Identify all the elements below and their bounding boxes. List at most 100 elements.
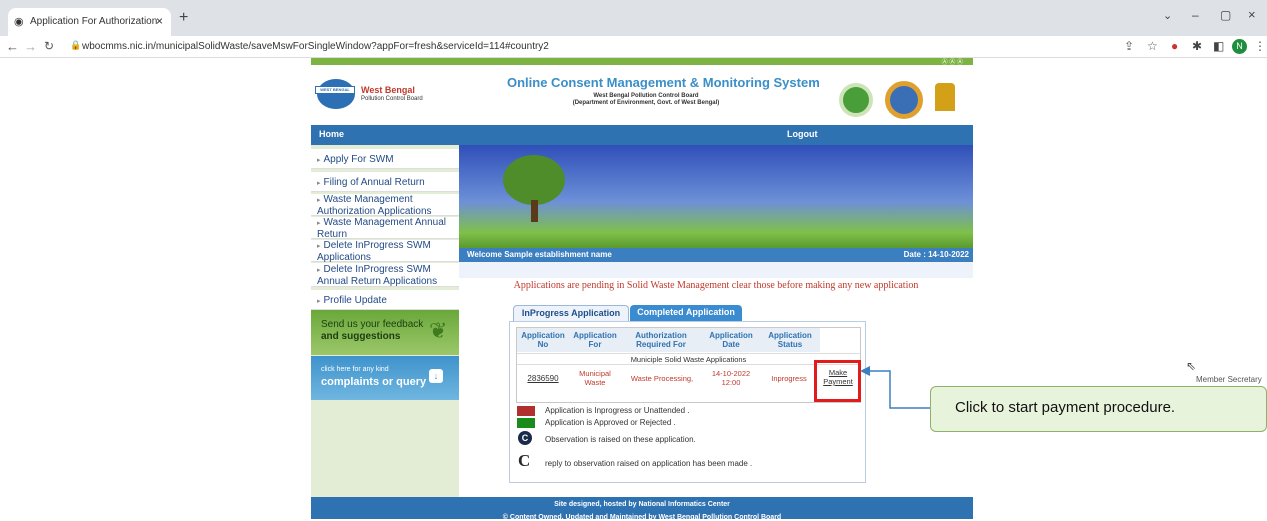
col-app-status: Application Status xyxy=(768,331,812,349)
legend-text-inprogress: Application is Inprogress or Unattended … xyxy=(545,406,690,415)
legend-text-reply: reply to observation raised on applicati… xyxy=(545,459,753,468)
callout-connector xyxy=(860,366,932,409)
complaint-banner[interactable]: click here for any kind complaints or qu… xyxy=(311,356,459,400)
callout-box: Click to start payment procedure. xyxy=(930,386,1267,432)
footer-line-1: Site designed, hosted by National Inform… xyxy=(554,501,730,508)
menu-icon[interactable]: ⋮ xyxy=(1254,39,1266,53)
logo-box: WEST BENGAL xyxy=(315,86,355,94)
observation-icon: C xyxy=(518,431,532,445)
reload-icon[interactable]: ↻ xyxy=(44,39,54,53)
feedback-line2: and suggestions xyxy=(321,331,401,342)
legend-swatch-green xyxy=(517,418,535,428)
header-green-strip: Ⓐ Ⓐ Ⓐ xyxy=(311,58,973,66)
profile-avatar[interactable]: N xyxy=(1232,39,1247,54)
make-payment-link[interactable]: Make Payment xyxy=(820,368,856,386)
nav-logout[interactable]: Logout xyxy=(787,129,818,139)
welcome-sub-bar xyxy=(459,262,973,278)
minimize-icon[interactable]: – xyxy=(1192,8,1199,22)
feedback-banner[interactable]: Send us your feedback and suggestions ❦ xyxy=(311,310,459,355)
seal-green-icon xyxy=(839,83,873,117)
member-secretary-text: Member Secretary xyxy=(1196,375,1262,384)
site-subtitle-2: (Department of Environment, Govt. of Wes… xyxy=(572,100,720,106)
logo-org-name: West Bengal xyxy=(361,85,415,95)
arrow-down-icon: ↓ xyxy=(429,369,443,383)
url-text[interactable]: wbocmms.nic.in/municipalSolidWaste/saveM… xyxy=(82,41,549,52)
cell-app-status: Inprogress xyxy=(771,374,807,383)
sidebar-item-label: Delete InProgress SWM Applications xyxy=(317,240,431,263)
site-footer: Site designed, hosted by National Inform… xyxy=(311,497,973,521)
complaint-line1: click here for any kind xyxy=(321,366,389,373)
sidebar-item-apply-swm[interactable]: ▸ Apply For SWM xyxy=(311,149,459,169)
sidebar-item-profile-update[interactable]: ▸ Profile Update xyxy=(311,290,459,310)
tab-inprogress[interactable]: InProgress Application xyxy=(513,305,629,321)
sidebar-item-label: Waste Management Authorization Applicati… xyxy=(317,194,432,217)
tree-trunk xyxy=(531,200,538,222)
legend-text-approved: Application is Approved or Rejected . xyxy=(545,418,676,427)
cell-required-for: Waste Processing, xyxy=(630,374,694,383)
col-app-for: Application For xyxy=(573,331,617,349)
top-nav: Home Logout xyxy=(311,125,973,145)
table-row: 2836590 Municipal Waste Waste Processing… xyxy=(517,366,860,390)
reply-icon: C xyxy=(518,451,531,470)
tree-icon xyxy=(503,155,565,205)
sidebar-item-label: Profile Update xyxy=(323,295,387,306)
browser-tab-bar: ◉ Application For Authorization × + ⌄ – … xyxy=(0,0,1267,36)
sidebar-item-authorization-applications[interactable]: ▸ Waste Management Authorization Applicat… xyxy=(311,194,459,217)
back-icon[interactable]: ← xyxy=(6,39,19,54)
cell-app-date: 14-10-2022 12:00 xyxy=(711,369,751,387)
globe-icon: ◉ xyxy=(14,16,24,28)
share-icon[interactable]: ⇪ xyxy=(1124,39,1134,53)
sidebar-item-label: Filing of Annual Return xyxy=(323,177,425,188)
mouse-cursor-icon: ⇖ xyxy=(1186,359,1197,373)
feedback-line1: Send us your feedback xyxy=(321,319,424,330)
legend-swatch-red xyxy=(517,406,535,416)
tab-search-icon[interactable]: ⌄ xyxy=(1163,9,1172,22)
sidebar-item-wm-annual-return[interactable]: ▸ Waste Management Annual Return xyxy=(311,217,459,240)
forward-icon[interactable]: → xyxy=(24,39,37,54)
bookmark-star-icon[interactable]: ☆ xyxy=(1147,39,1158,53)
seal-blue-icon xyxy=(885,81,923,119)
col-app-date: Application Date xyxy=(709,331,753,349)
lock-icon: 🔒 xyxy=(70,40,82,50)
new-tab-icon[interactable]: + xyxy=(179,9,188,27)
callout-line xyxy=(862,370,932,409)
tab-close-icon[interactable]: × xyxy=(156,14,163,28)
tab-completed[interactable]: Completed Application xyxy=(630,305,742,321)
col-required-for: Authorization Required For xyxy=(635,331,687,349)
browser-tab[interactable]: ◉ Application For Authorization × xyxy=(8,8,171,36)
cell-app-no[interactable]: 2836590 xyxy=(521,374,565,383)
site-subtitle-1: West Bengal Pollution Control Board xyxy=(593,93,699,99)
logo-org-sub: Pollution Control Board xyxy=(361,96,423,102)
col-app-no: Application No xyxy=(521,331,565,349)
sidebar-item-delete-swm-annual[interactable]: ▸ Delete InProgress SWM Annual Return App… xyxy=(311,263,459,287)
puzzle-icon[interactable]: ✱ xyxy=(1192,39,1202,53)
extension-icon[interactable]: ● xyxy=(1171,39,1178,53)
hero-banner xyxy=(459,145,973,248)
sidebar-item-delete-swm[interactable]: ▸ Delete InProgress SWM Applications xyxy=(311,240,459,263)
cell-app-for: Municipal Waste xyxy=(579,369,611,387)
ashoka-emblem-icon xyxy=(935,83,955,111)
address-bar: ← → ↻ 🔒 wbocmms.nic.in/municipalSolidWas… xyxy=(0,36,1267,58)
callout-arrowhead xyxy=(860,366,870,376)
sidebar-item-label: Apply For SWM xyxy=(323,154,394,165)
site-header: WEST BENGAL West Bengal Pollution Contro… xyxy=(311,65,973,125)
table-group-row: Municiple Solid Waste Applications xyxy=(517,353,860,365)
sidepanel-icon[interactable]: ◧ xyxy=(1213,39,1224,53)
sidebar-item-label: Waste Management Annual Return xyxy=(317,217,446,240)
restore-icon[interactable]: ▢ xyxy=(1220,8,1231,22)
wbpcb-logo-icon xyxy=(317,79,355,109)
leaf-hands-icon: ❦ xyxy=(429,318,448,343)
tab-title: Application For Authorization xyxy=(30,16,158,27)
footer-line-2: © Content Owned, Updated and Maintained … xyxy=(502,514,782,521)
welcome-date: Date : 14-10-2022 xyxy=(903,250,969,259)
close-window-icon[interactable]: × xyxy=(1248,7,1256,22)
welcome-text: Welcome Sample establishment name xyxy=(467,250,612,259)
applications-table: Application No Application For Authoriza… xyxy=(516,327,861,403)
complaint-line2: complaints or query xyxy=(321,376,427,388)
sidebar-item-annual-return[interactable]: ▸ Filing of Annual Return xyxy=(311,172,459,192)
welcome-bar: Welcome Sample establishment name Date :… xyxy=(459,248,973,262)
nav-home[interactable]: Home xyxy=(319,129,344,139)
legend-text-observation: Observation is raised on these applicati… xyxy=(545,435,696,444)
pending-notice: Applications are pending in Solid Waste … xyxy=(513,280,919,291)
sidebar-item-label: Delete InProgress SWM Annual Return Appl… xyxy=(317,264,438,287)
